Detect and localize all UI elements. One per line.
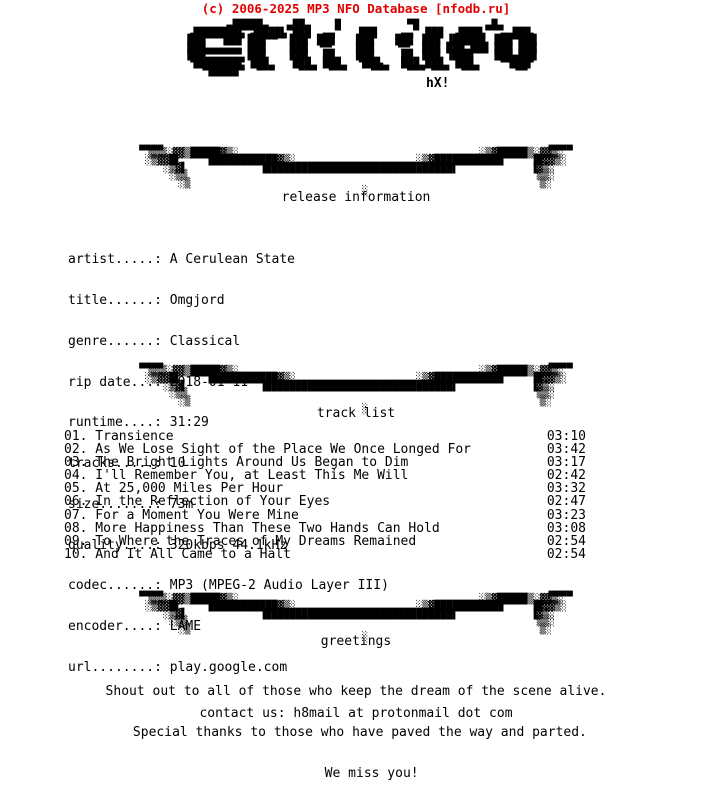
separator-bar-top: ▄▄▄▄ ▄▄▄▄ ▒▒▒░▓▓▒█████▓▒░ ░▒▓█████▒░▓▓▒░… (0, 140, 712, 196)
info-value: A Cerulean State (169, 252, 295, 268)
info-row: artist.....: A Cerulean State (68, 253, 389, 267)
track-title: 06. In the Reflection of Your Eyes (64, 494, 331, 510)
track-row: 10. And It All Came to a Halt 02:54 (64, 548, 586, 561)
track-title: 08. More Happiness Than These Two Hands … (64, 520, 440, 536)
ascii-logo-artist-tag: hX! (424, 76, 452, 92)
track-duration: 02:54 (546, 533, 586, 549)
separator-bar-bottom: ▄▄▄▄ ▄▄▄▄ ▒▒▒░▓▓▒█████▓▒░ ░▒▓█████▒░▓▓▒░… (0, 586, 712, 642)
greetings-line: Shout out to all of those who keep the d… (105, 684, 607, 700)
track-title: 07. For a Moment You Were Mine (64, 507, 299, 523)
track-row: 06. In the Reflection of Your Eyes 02:47 (64, 495, 586, 508)
section-title-greetings: greetings (320, 634, 392, 649)
info-key: genre......: (68, 333, 162, 349)
contact-line: contact us: h8mail at protonmail dot com (199, 706, 513, 721)
ascii-logo: ▄█████▄ ▄██▄ █ ▀█ ▄█▄ ▟███████▙ ▟████▙ █… (0, 20, 712, 144)
info-key: artist.....: (68, 252, 162, 268)
track-duration: 02:47 (546, 494, 586, 510)
track-title: 10. And It All Came to a Halt (64, 546, 291, 562)
info-value: Omgjord (169, 292, 225, 308)
section-title-track-list: track list (316, 406, 396, 421)
separator-art: ▄▄▄▄ ▄▄▄▄ ▒▒▒░▓▓▒█████▓▒░ ░▒▓█████▒░▓▓▒░… (139, 140, 573, 197)
copyright-banner: (c) 2006-2025 MP3 NFO Database [nfodb.ru… (201, 1, 511, 16)
track-duration: 02:54 (546, 546, 586, 562)
greetings-line: We miss you! (293, 765, 419, 781)
track-row: 09. To Where the Traces of My Dreams Rem… (64, 535, 586, 548)
track-row: 08. More Happiness Than These Two Hands … (64, 522, 586, 535)
info-row: genre......: Classical (68, 333, 389, 349)
info-key: title......: (68, 292, 162, 308)
separator-bar-middle: ▄▄▄▄ ▄▄▄▄ ▒▒▒░▓▓▒█████▓▒░ ░▒▓█████▒░▓▓▒░… (0, 358, 712, 414)
greetings-text: Shout out to all of those who keep the d… (0, 658, 712, 794)
track-list: 01. Transience 03:10 02. As We Lose Sight… (64, 430, 586, 561)
info-value: Classical (169, 333, 241, 349)
track-duration: 03:08 (546, 520, 586, 536)
ascii-logo-art: ▄█████▄ ▄██▄ █ ▀█ ▄█▄ ▟███████▙ ▟████▙ █… (187, 20, 537, 77)
info-row: title......: Omgjord (68, 294, 389, 308)
track-row: 07. For a Moment You Were Mine 03:23 (64, 507, 586, 523)
section-title-release-information: release information (281, 190, 431, 205)
greetings-line: Special thanks to those who have paved t… (125, 724, 587, 740)
track-title: 09. To Where the Traces of My Dreams Rem… (64, 533, 417, 549)
track-duration: 03:23 (546, 507, 586, 523)
